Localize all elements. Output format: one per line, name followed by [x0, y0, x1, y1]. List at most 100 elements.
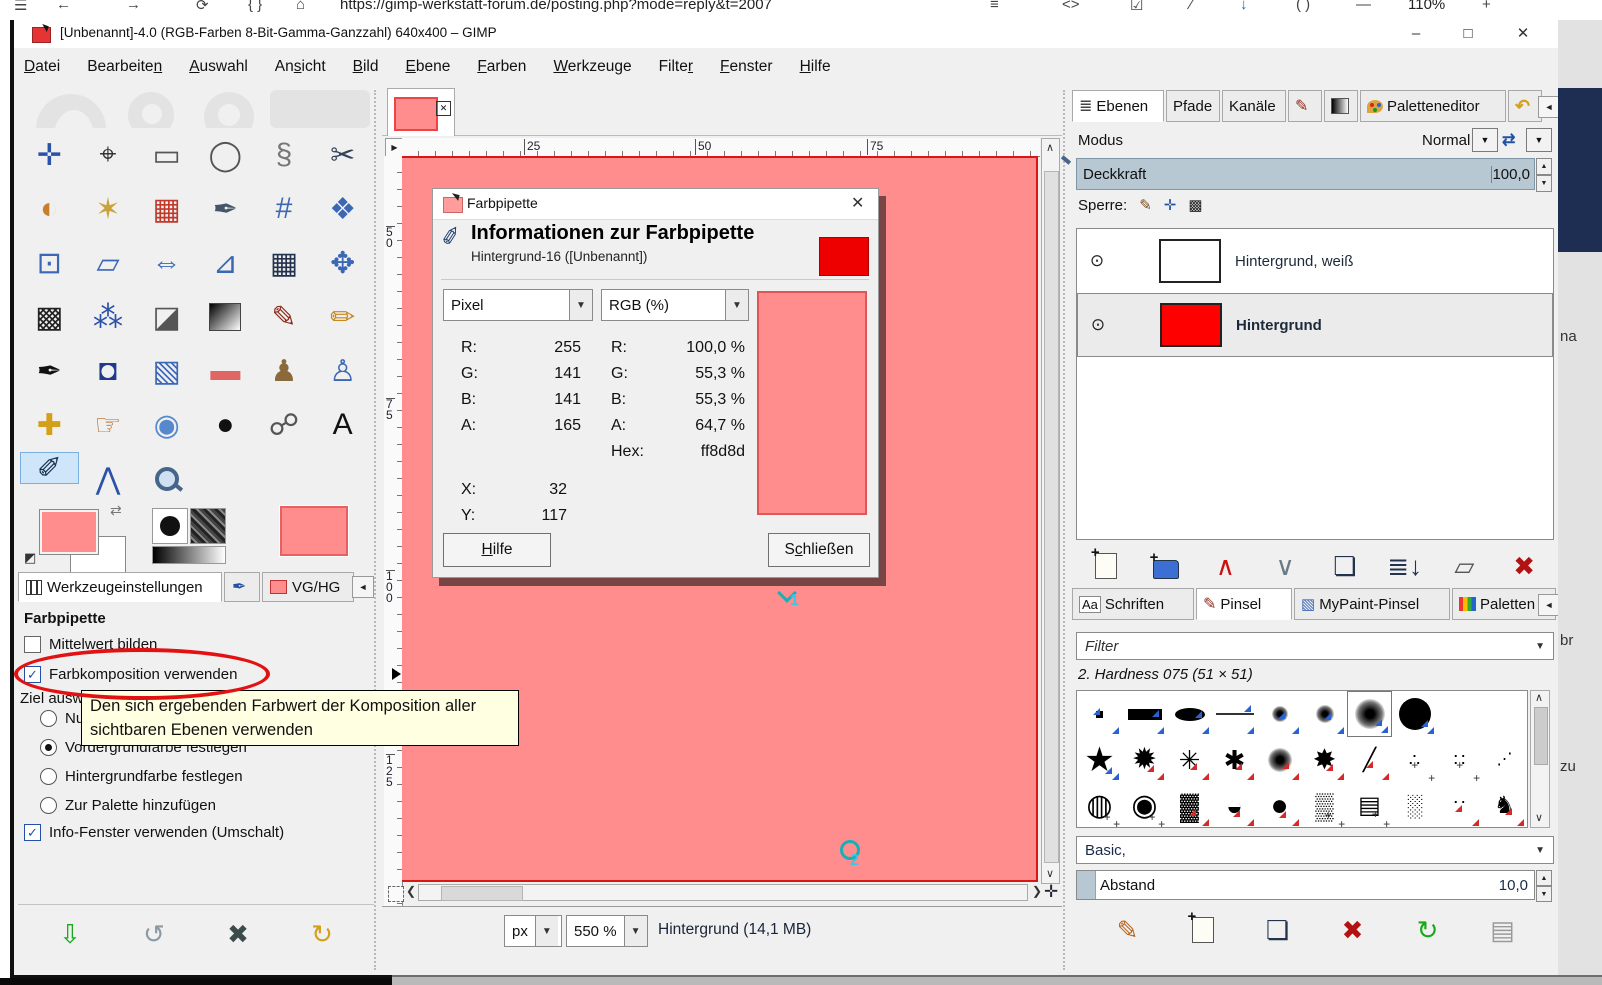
tab-fg-bg[interactable]: VG/HG: [262, 572, 354, 602]
visibility-eye-icon[interactable]: ⊙: [1077, 251, 1117, 271]
restore-options-button[interactable]: ↺: [127, 914, 181, 954]
spacing-spinner[interactable]: ▲ ▼: [1536, 870, 1552, 900]
swap-colors-icon[interactable]: ⇄: [110, 502, 122, 519]
opacity-slider[interactable]: Deckkraft 100,0: [1076, 158, 1535, 190]
scroll-right-icon[interactable]: ❯: [1032, 884, 1042, 898]
layer-row[interactable]: ⊙Hintergrund: [1077, 293, 1553, 357]
brush-item[interactable]: ∵: [1437, 783, 1482, 828]
edit-brush-button[interactable]: ✎: [1101, 910, 1155, 950]
save-options-button[interactable]: ⇩: [43, 914, 97, 954]
merge-down-button[interactable]: ≣↓: [1378, 546, 1432, 586]
brush-item[interactable]: ✹: [1122, 737, 1167, 783]
brush-item[interactable]: [1122, 691, 1167, 737]
spin-up-icon[interactable]: ▲: [1536, 870, 1552, 886]
radio-hintergrundfarbe-festlegen[interactable]: Hintergrundfarbe festlegen: [40, 768, 247, 785]
tool-color-picker[interactable]: ✐: [20, 452, 79, 484]
menu-item-fenster[interactable]: Fenster: [720, 58, 773, 76]
brush-item[interactable]: ◉: [1122, 783, 1167, 828]
brush-item[interactable]: ░: [1392, 783, 1437, 828]
menu-item-bild[interactable]: Bild: [353, 58, 379, 76]
value-mode-select[interactable]: Pixel▼: [443, 289, 593, 321]
home-icon[interactable]: ⌂: [296, 0, 305, 13]
brush-item[interactable]: ∷: [1437, 737, 1482, 783]
lock-position-icon[interactable]: ✛: [1164, 196, 1177, 214]
chevron-down-icon[interactable]: ▼: [535, 916, 558, 946]
brush-item[interactable]: ✱: [1212, 737, 1257, 783]
brush-item[interactable]: [1257, 691, 1302, 737]
tool-measure[interactable]: ⋀: [79, 452, 138, 506]
url-text[interactable]: https://gimp-werkstatt-forum.de/posting.…: [340, 0, 772, 13]
code-icon[interactable]: <>: [1062, 0, 1080, 13]
tab-brush-editor[interactable]: ✎: [1288, 90, 1322, 122]
menu-item-filter[interactable]: Filter: [659, 58, 693, 76]
dock-menu-button[interactable]: ◄: [1538, 96, 1560, 118]
chevron-down-icon[interactable]: ▼: [569, 290, 592, 320]
download-icon[interactable]: ↓: [1240, 0, 1248, 13]
tab-brush-cup[interactable]: ✒: [224, 572, 260, 602]
scroll-left-icon[interactable]: ❮: [406, 884, 416, 898]
pan-view-icon[interactable]: ✛: [1044, 882, 1058, 902]
horizontal-scroll-thumb[interactable]: [441, 886, 523, 901]
blend-space-dropdown-button[interactable]: ▼: [1526, 128, 1552, 152]
reader-icon[interactable]: ≡: [990, 0, 999, 13]
tool-unified-transform[interactable]: ❖: [313, 182, 372, 236]
title-bar[interactable]: [Unbenannt]-4.0 (RGB-Farben 8-Bit-Gamma-…: [14, 20, 1562, 49]
spin-down-icon[interactable]: ▼: [1536, 886, 1552, 902]
tool-ink-quill[interactable]: ✒: [196, 182, 255, 236]
menu-item-ansicht[interactable]: Ansicht: [275, 58, 326, 76]
scroll-up-icon[interactable]: ∧: [1535, 691, 1543, 704]
duplicate-layer-button[interactable]: ❏: [1318, 546, 1372, 586]
raise-layer-button[interactable]: ∧: [1198, 546, 1252, 586]
tool-zoom[interactable]: [137, 452, 196, 506]
brush-item[interactable]: ◒: [1212, 783, 1257, 828]
close-button[interactable]: ✕: [1506, 22, 1540, 46]
chevron-down-icon[interactable]: ▼: [624, 916, 647, 946]
checkbox-info-fenster[interactable]: ✓ Info-Fenster verwenden (Umschalt): [24, 824, 284, 841]
dock-menu-button[interactable]: ◄: [352, 576, 374, 598]
brush-preset-select[interactable]: Basic, ▼: [1076, 836, 1554, 864]
tool-blur-sharpen[interactable]: ◉: [137, 398, 196, 452]
brush-item[interactable]: [1167, 691, 1212, 737]
tool-flip[interactable]: ⇔: [137, 236, 196, 290]
tool-shear[interactable]: ▱: [79, 236, 138, 290]
unit-select[interactable]: px▼: [504, 915, 562, 947]
dialog-close-icon[interactable]: ✕: [851, 193, 864, 213]
tool-smudge[interactable]: ☞: [79, 398, 138, 452]
tool-text[interactable]: A: [313, 398, 372, 452]
brush-item[interactable]: ◍: [1077, 783, 1122, 828]
tool-free-select[interactable]: §: [255, 128, 314, 182]
menu-item-ebene[interactable]: Ebene: [405, 58, 450, 76]
mode-dropdown-button[interactable]: ▼: [1472, 128, 1498, 152]
tool-scale[interactable]: ⊡: [20, 236, 79, 290]
brush-item[interactable]: ▓: [1167, 783, 1212, 828]
visibility-eye-icon[interactable]: ⊙: [1078, 315, 1118, 335]
menu-item-datei[interactable]: Datei: [24, 58, 60, 76]
brackets-icon[interactable]: { }: [248, 0, 262, 13]
tool-scissors-select[interactable]: ✂: [313, 128, 372, 182]
brush-item[interactable]: ▒: [1302, 783, 1347, 828]
zoom-select[interactable]: 550 %▼: [566, 915, 648, 947]
chevron-down-icon[interactable]: ▼: [1535, 845, 1553, 856]
tool-dodge-burn[interactable]: ●: [196, 398, 255, 452]
tool-grid-transform[interactable]: ▦: [255, 236, 314, 290]
tool-bucket-fill[interactable]: ◪: [137, 290, 196, 344]
tool-gradient[interactable]: [196, 290, 255, 344]
tool-crop[interactable]: #: [255, 182, 314, 236]
tab-kanaele[interactable]: Kanäle: [1222, 90, 1286, 122]
zoom-out-icon[interactable]: —: [1356, 0, 1371, 13]
brush-item[interactable]: ╱: [1347, 737, 1392, 783]
tab-pinsel[interactable]: ✎ Pinsel: [1196, 588, 1292, 620]
forward-icon[interactable]: →: [126, 0, 141, 13]
brush-item[interactable]: [1257, 737, 1302, 783]
duplicate-brush-button[interactable]: ❏: [1251, 910, 1305, 950]
tool-paths[interactable]: ☍: [255, 398, 314, 452]
delete-options-button[interactable]: ✖: [211, 914, 265, 954]
brush-item[interactable]: ⋰: [1482, 737, 1527, 783]
parens-icon[interactable]: ( ): [1296, 0, 1310, 13]
vertical-ruler[interactable]: 50 75 100 125: [384, 156, 403, 952]
tool-pencil[interactable]: ✏: [313, 290, 372, 344]
image-tab-close-icon[interactable]: ✕: [436, 101, 451, 116]
close-dialog-button[interactable]: Schließen: [768, 533, 870, 567]
add-layer-mask-button[interactable]: ▱: [1437, 546, 1491, 586]
zoom-in-icon[interactable]: +: [1482, 0, 1491, 13]
